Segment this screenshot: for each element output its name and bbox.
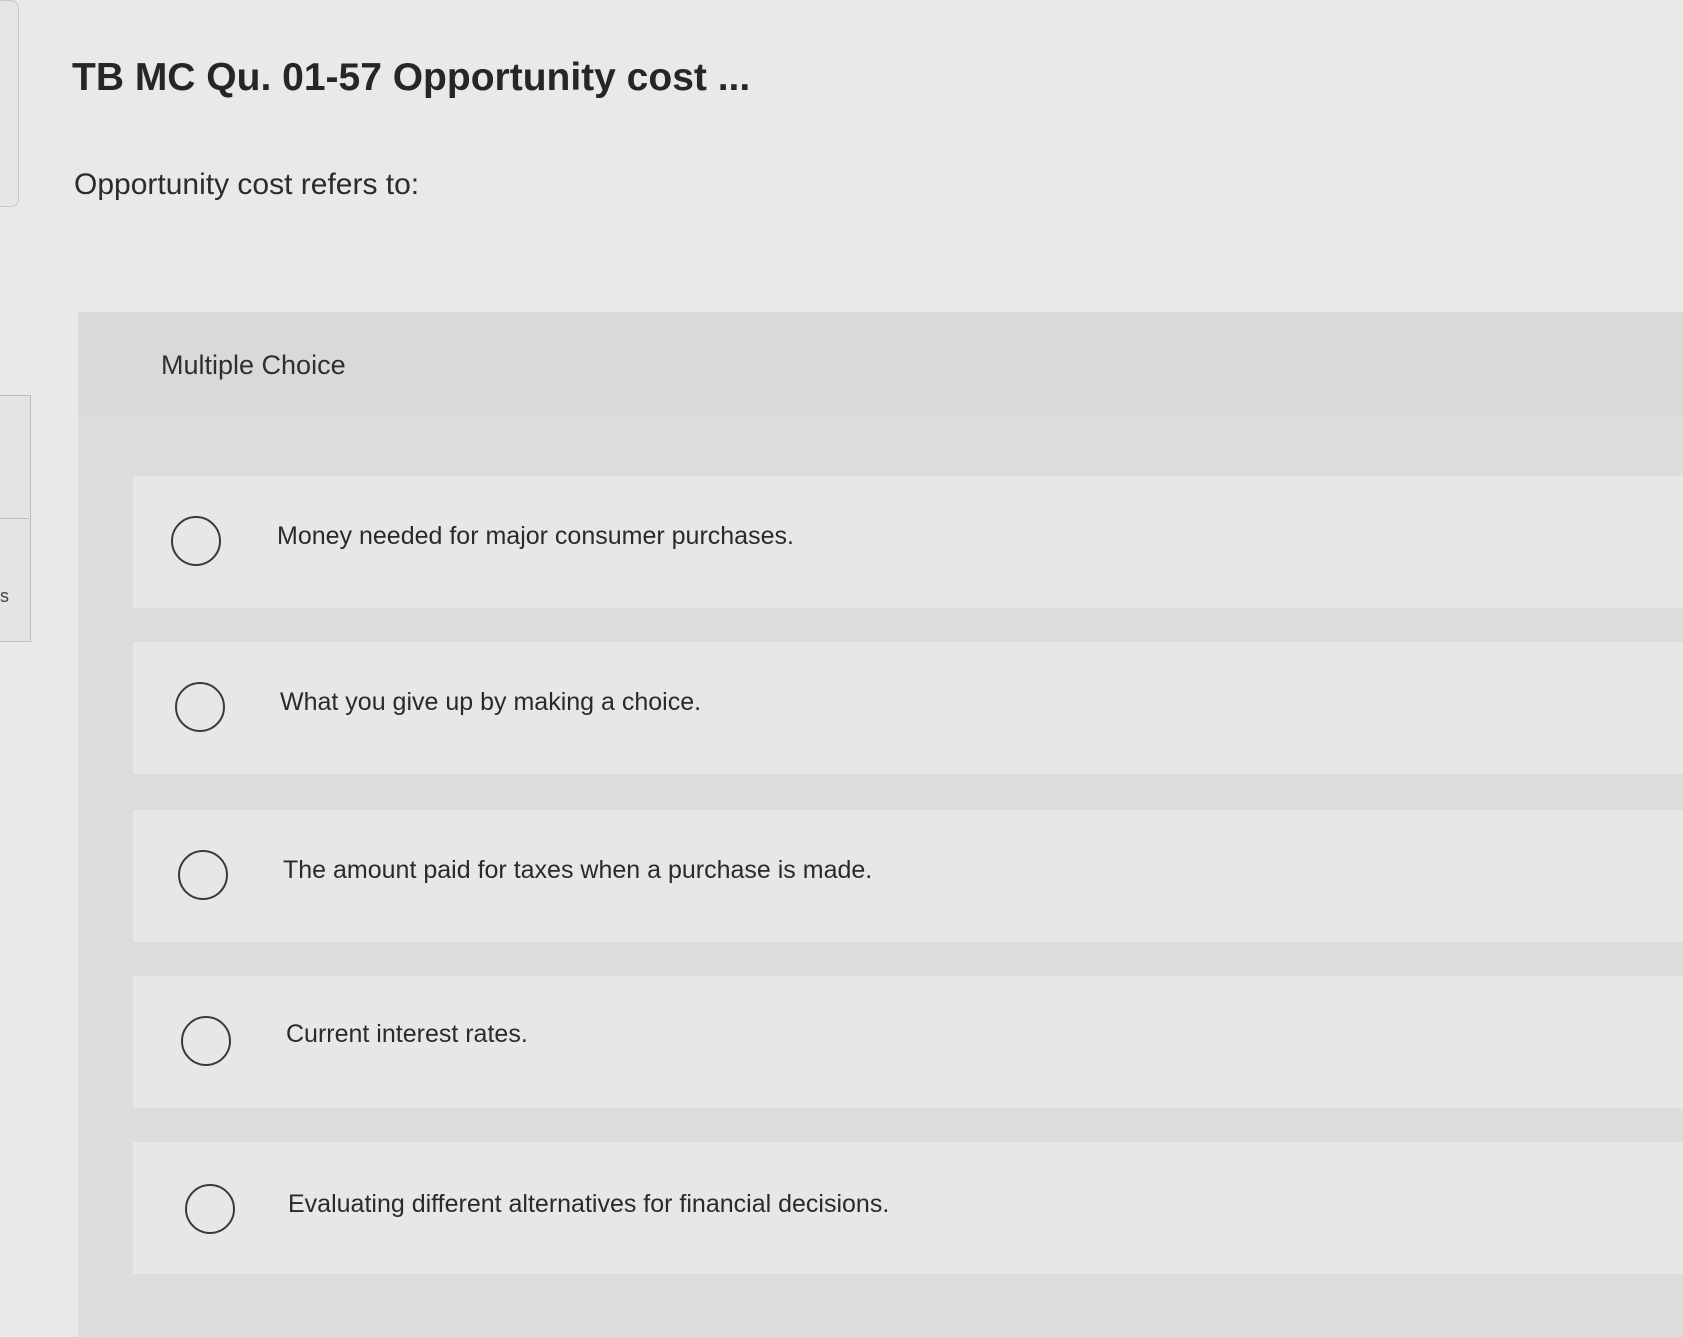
choice-label: The amount paid for taxes when a purchas… [283,856,873,884]
choice-option-5[interactable]: Evaluating different alternatives for fi… [133,1142,1683,1274]
left-sidebar-edge: s [0,395,31,642]
choice-label: What you give up by making a choice. [280,688,702,716]
left-sidebar-letter: s [0,586,9,606]
radio-button-icon[interactable] [175,682,225,732]
choice-label: Evaluating different alternatives for fi… [288,1190,890,1218]
left-sidebar-divider [0,518,29,519]
choice-option-2[interactable]: What you give up by making a choice. [133,642,1683,774]
choice-option-1[interactable]: Money needed for major consumer purchase… [133,476,1683,608]
radio-button-icon[interactable] [178,850,228,900]
left-panel-edge-top [0,0,19,207]
multiple-choice-heading: Multiple Choice [161,350,346,380]
choice-option-3[interactable]: The amount paid for taxes when a purchas… [133,810,1683,942]
choice-label: Money needed for major consumer purchase… [277,522,794,550]
question-title: TB MC Qu. 01-57 Opportunity cost ... [72,56,751,99]
radio-button-icon[interactable] [185,1184,235,1234]
question-prompt: Opportunity cost refers to: [74,168,420,201]
multiple-choice-panel: Multiple Choice Money needed for major c… [78,312,1683,1337]
choice-option-4[interactable]: Current interest rates. [133,976,1683,1108]
choice-label: Current interest rates. [286,1020,528,1048]
multiple-choice-header: Multiple Choice [78,312,1683,417]
radio-button-icon[interactable] [171,516,221,566]
radio-button-icon[interactable] [181,1016,231,1066]
